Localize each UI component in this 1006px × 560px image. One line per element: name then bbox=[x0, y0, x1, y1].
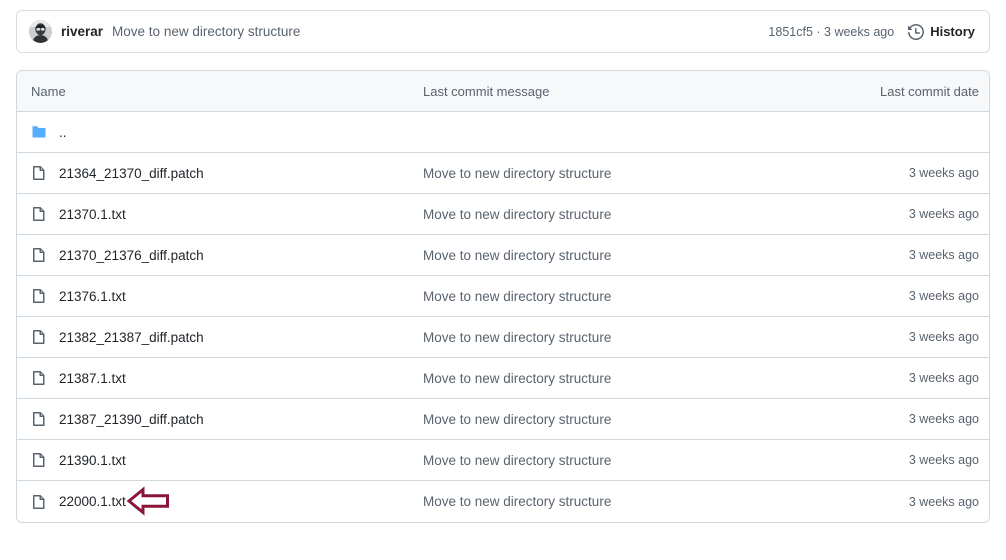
commit-date-cell: 3 weeks ago bbox=[908, 494, 979, 509]
table-row: 21387.1.txt Move to new directory structu… bbox=[17, 358, 989, 399]
column-header-last-commit-message: Last commit message bbox=[423, 83, 550, 99]
row-commit-message[interactable]: Move to new directory structure bbox=[423, 207, 779, 222]
commit-message[interactable]: Move to new directory structure bbox=[112, 24, 300, 39]
file-link[interactable]: 21364_21370_diff.patch bbox=[59, 166, 204, 181]
github-file-browser: riverar Move to new directory structure … bbox=[0, 0, 1006, 560]
commit-date-cell: 3 weeks ago bbox=[908, 371, 979, 385]
column-header-last-commit-date: Last commit date bbox=[880, 83, 979, 99]
commit-hash-and-time[interactable]: 1851cf5 · 3 weeks ago bbox=[768, 25, 894, 39]
file-name-cell: 22000.1.txt bbox=[17, 494, 409, 510]
commit-message-cell: Move to new directory structure bbox=[409, 248, 779, 263]
file-name-cell: 21387_21390_diff.patch bbox=[17, 411, 409, 427]
latest-commit-card: riverar Move to new directory structure … bbox=[16, 10, 990, 53]
row-commit-message[interactable]: Move to new directory structure bbox=[423, 494, 779, 509]
file-link[interactable]: 21370.1.txt bbox=[59, 207, 126, 222]
row-commit-message[interactable]: Move to new directory structure bbox=[423, 412, 779, 427]
row-commit-message[interactable]: Move to new directory structure bbox=[423, 166, 779, 181]
table-row: 21390.1.txt Move to new directory structu… bbox=[17, 440, 989, 481]
file-link[interactable]: 21376.1.txt bbox=[59, 289, 126, 304]
file-icon bbox=[31, 206, 47, 222]
file-list-table: Name Last commit message Last commit dat… bbox=[16, 70, 990, 523]
file-icon bbox=[31, 329, 47, 345]
file-icon bbox=[31, 247, 47, 263]
commit-message-cell: Move to new directory structure bbox=[409, 412, 779, 427]
table-row: 21370.1.txt Move to new directory structu… bbox=[17, 194, 989, 235]
table-row: 21387_21390_diff.patch Move to new direct… bbox=[17, 399, 989, 440]
commit-date-cell: 3 weeks ago bbox=[908, 453, 979, 467]
file-link[interactable]: 21390.1.txt bbox=[59, 453, 126, 468]
parent-directory-link[interactable]: .. bbox=[59, 125, 67, 140]
commit-message-cell: Move to new directory structure bbox=[409, 453, 779, 468]
commit-message-cell: Move to new directory structure bbox=[409, 330, 779, 345]
column-header-name: Name bbox=[31, 83, 66, 99]
file-name-cell: 21370.1.txt bbox=[17, 206, 409, 222]
file-link[interactable]: 21382_21387_diff.patch bbox=[59, 330, 204, 345]
file-icon bbox=[31, 370, 47, 386]
latest-commit-right: 1851cf5 · 3 weeks ago History bbox=[768, 23, 975, 40]
commit-message-cell: Move to new directory structure bbox=[409, 207, 779, 222]
commit-date-cell: 3 weeks ago bbox=[908, 412, 979, 426]
table-header-row: Name Last commit message Last commit dat… bbox=[17, 71, 989, 112]
table-row: 21364_21370_diff.patch Move to new direct… bbox=[17, 153, 989, 194]
commit-message-cell: Move to new directory structure bbox=[409, 494, 779, 509]
commit-date-cell: 3 weeks ago bbox=[908, 330, 979, 344]
history-clock-icon bbox=[908, 23, 925, 40]
user-avatar[interactable] bbox=[29, 20, 52, 43]
file-name-cell: .. bbox=[17, 124, 409, 140]
latest-commit-left: riverar Move to new directory structure bbox=[29, 20, 768, 43]
table-row: 22000.1.txt Move to new directory structu… bbox=[17, 481, 989, 522]
row-commit-message[interactable]: Move to new directory structure bbox=[423, 453, 779, 468]
commit-date-cell: 3 weeks ago bbox=[908, 248, 979, 262]
table-body: .. 21364_21370_diff.patch Move to new dire… bbox=[17, 112, 989, 522]
commit-message-cell: Move to new directory structure bbox=[409, 166, 779, 181]
file-name-cell: 21390.1.txt bbox=[17, 452, 409, 468]
file-icon bbox=[31, 288, 47, 304]
row-commit-message[interactable]: Move to new directory structure bbox=[423, 330, 779, 345]
file-icon bbox=[31, 494, 47, 510]
history-button[interactable]: History bbox=[908, 23, 975, 40]
file-link[interactable]: 21387_21390_diff.patch bbox=[59, 412, 204, 427]
file-name-cell: 21364_21370_diff.patch bbox=[17, 165, 409, 181]
history-label: History bbox=[930, 24, 975, 39]
commit-date-cell: 3 weeks ago bbox=[908, 289, 979, 303]
table-row: 21376.1.txt Move to new directory structu… bbox=[17, 276, 989, 317]
table-row: 21382_21387_diff.patch Move to new direct… bbox=[17, 317, 989, 358]
file-name-cell: 21387.1.txt bbox=[17, 370, 409, 386]
commit-message-cell: Move to new directory structure bbox=[409, 289, 779, 304]
row-commit-message[interactable]: Move to new directory structure bbox=[423, 248, 779, 263]
file-link[interactable]: 21387.1.txt bbox=[59, 371, 126, 386]
file-name-cell: 21370_21376_diff.patch bbox=[17, 247, 409, 263]
table-row: 21370_21376_diff.patch Move to new direct… bbox=[17, 235, 989, 276]
commit-message-cell: Move to new directory structure bbox=[409, 371, 779, 386]
row-commit-message[interactable]: Move to new directory structure bbox=[423, 371, 779, 386]
file-link[interactable]: 22000.1.txt bbox=[59, 494, 126, 509]
file-link[interactable]: 21370_21376_diff.patch bbox=[59, 248, 204, 263]
commit-author[interactable]: riverar bbox=[61, 24, 103, 39]
commit-date-cell: 3 weeks ago bbox=[908, 166, 979, 180]
commit-date-cell: 3 weeks ago bbox=[908, 207, 979, 221]
file-name-cell: 21376.1.txt bbox=[17, 288, 409, 304]
folder-icon bbox=[31, 124, 47, 140]
row-commit-message[interactable]: Move to new directory structure bbox=[423, 289, 779, 304]
file-icon bbox=[31, 452, 47, 468]
table-row: .. bbox=[17, 112, 989, 153]
file-name-cell: 21382_21387_diff.patch bbox=[17, 329, 409, 345]
file-icon bbox=[31, 411, 47, 427]
file-icon bbox=[31, 165, 47, 181]
